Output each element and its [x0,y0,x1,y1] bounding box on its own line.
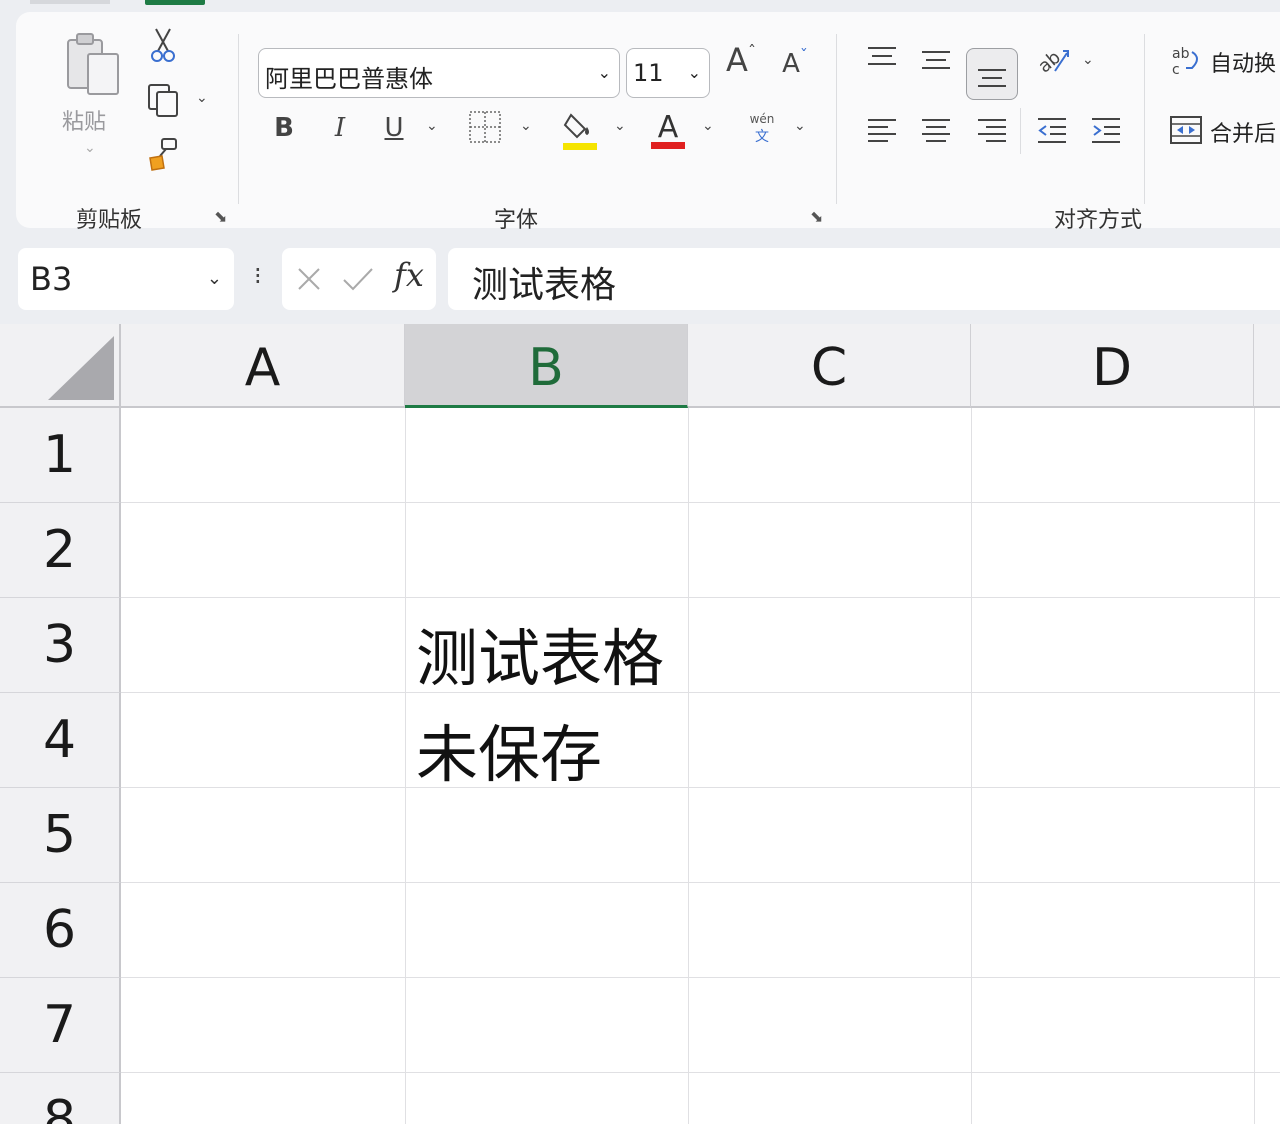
phonetic-dropdown-chevron[interactable]: ⌄ [794,118,806,134]
ribbon-tab-inactive[interactable] [30,0,110,4]
cut-icon[interactable] [146,26,180,64]
font-name-value: 阿里巴巴普惠体 [265,65,433,93]
column-header-b[interactable]: B [405,324,688,408]
decrease-indent-icon[interactable] [1032,110,1072,150]
align-left-icon[interactable] [862,110,902,150]
svg-text:文: 文 [755,129,769,145]
grid-line [121,692,1280,693]
decrease-font-size-icon[interactable]: Aˇ [774,44,816,84]
cell-b4[interactable]: 未保存 [416,704,602,794]
ribbon-tab-active-indicator[interactable] [145,0,205,5]
font-color-dropdown-chevron[interactable]: ⌄ [702,118,714,134]
font-size-dropdown[interactable]: 11 ⌄ [626,48,710,98]
merge-center-label[interactable]: 合并后 [1210,116,1276,148]
paste-icon[interactable] [60,28,126,102]
fill-color-icon[interactable] [560,108,600,152]
row-header-1[interactable]: 1 [0,408,121,503]
worksheet-grid[interactable]: A B C D 1 2 3 4 5 6 7 8 测试表格 未保存 [0,324,1280,1124]
copy-dropdown-chevron[interactable]: ⌄ [196,90,208,106]
italic-icon[interactable]: I [322,110,358,146]
group-separator [1144,34,1145,204]
grid-line [121,882,1280,883]
clipboard-group-label: 剪贴板 [76,208,143,233]
row-header-2[interactable]: 2 [0,503,121,598]
underline-icon[interactable]: U [376,110,412,146]
column-header-d[interactable]: D [971,324,1254,408]
font-size-value: 11 [633,59,664,87]
more-options-icon[interactable]: ⁝ [254,262,262,290]
align-top-icon[interactable] [862,40,902,80]
orientation-dropdown-chevron[interactable]: ⌄ [1082,52,1094,68]
font-dialog-launcher-icon[interactable]: ⬊ [810,208,828,226]
grid-line [121,977,1280,978]
wrap-text-label[interactable]: 自动换 [1210,46,1276,78]
alignment-group-label: 对齐方式 [1054,208,1143,233]
formula-buttons: fx [282,248,436,310]
row-header-7[interactable]: 7 [0,978,121,1073]
column-header-a[interactable]: A [121,324,405,408]
increase-indent-icon[interactable] [1086,110,1126,150]
grid-line [121,787,1280,788]
align-middle-icon[interactable] [916,40,956,80]
formula-input[interactable]: 测试表格 [448,248,1280,310]
copy-icon[interactable] [142,80,184,120]
underline-dropdown-chevron[interactable]: ⌄ [426,118,438,134]
fill-color-dropdown-chevron[interactable]: ⌄ [614,118,626,134]
chevron-down-icon: ⌄ [687,63,701,82]
svg-text:A: A [658,110,679,145]
enter-icon[interactable] [340,262,376,296]
border-icon[interactable] [466,108,504,146]
align-bottom-button[interactable] [966,48,1018,100]
clipboard-dialog-launcher-icon[interactable]: ⬊ [214,208,232,226]
select-all-button[interactable] [0,324,121,408]
group-separator [836,34,837,204]
name-box[interactable]: B3 ⌄ [18,248,234,310]
paste-dropdown-chevron[interactable]: ⌄ [84,140,96,156]
border-dropdown-chevron[interactable]: ⌄ [520,118,532,134]
column-header-partial[interactable] [1254,324,1280,408]
chevron-down-icon: ⌄ [206,268,222,289]
svg-text:wén: wén [750,112,775,126]
svg-text:ab: ab [1172,46,1190,62]
column-header-c[interactable]: C [688,324,971,408]
font-name-dropdown[interactable]: 阿里巴巴普惠体 ⌄ [258,48,620,98]
paste-label[interactable]: 粘贴 [62,104,106,136]
wrap-text-icon[interactable]: ab c [1168,42,1206,80]
row-header-3[interactable]: 3 [0,598,121,693]
cancel-icon[interactable] [292,262,326,296]
chevron-down-icon: ⌄ [597,63,611,82]
grid-line [405,408,406,1124]
orientation-icon[interactable]: ab [1030,40,1074,80]
group-separator [1020,108,1021,154]
align-right-icon[interactable] [972,110,1012,150]
grid-line [971,408,972,1124]
name-box-value: B3 [30,260,73,298]
insert-function-icon[interactable]: fx [394,256,424,294]
phonetic-guide-icon[interactable]: wén 文 [742,108,782,148]
font-group-label: 字体 [494,208,539,233]
bold-icon[interactable]: B [266,110,302,146]
svg-text:c: c [1172,62,1180,78]
row-header-4[interactable]: 4 [0,693,121,788]
cell-b3[interactable]: 测试表格 [416,608,664,698]
ribbon: 粘贴 ⌄ ⌄ 剪贴板 ⬊ 阿里巴巴普惠体 ⌄ 11 ⌄ Aˆ Aˇ B I U … [16,12,1280,233]
increase-font-size-icon[interactable]: Aˆ [718,40,764,80]
font-color-icon[interactable]: A [648,106,688,152]
grid-line [121,1072,1280,1073]
row-header-6[interactable]: 6 [0,883,121,978]
grid-line [121,597,1280,598]
group-separator [238,34,239,204]
row-header-8[interactable]: 8 [0,1073,121,1124]
formula-value: 测试表格 [472,265,617,306]
grid-line [688,408,689,1124]
grid-line [121,502,1280,503]
format-painter-icon[interactable] [144,134,184,174]
align-center-icon[interactable] [916,110,956,150]
row-header-5[interactable]: 5 [0,788,121,883]
merge-center-icon[interactable] [1166,110,1206,150]
grid-line [1254,408,1255,1124]
